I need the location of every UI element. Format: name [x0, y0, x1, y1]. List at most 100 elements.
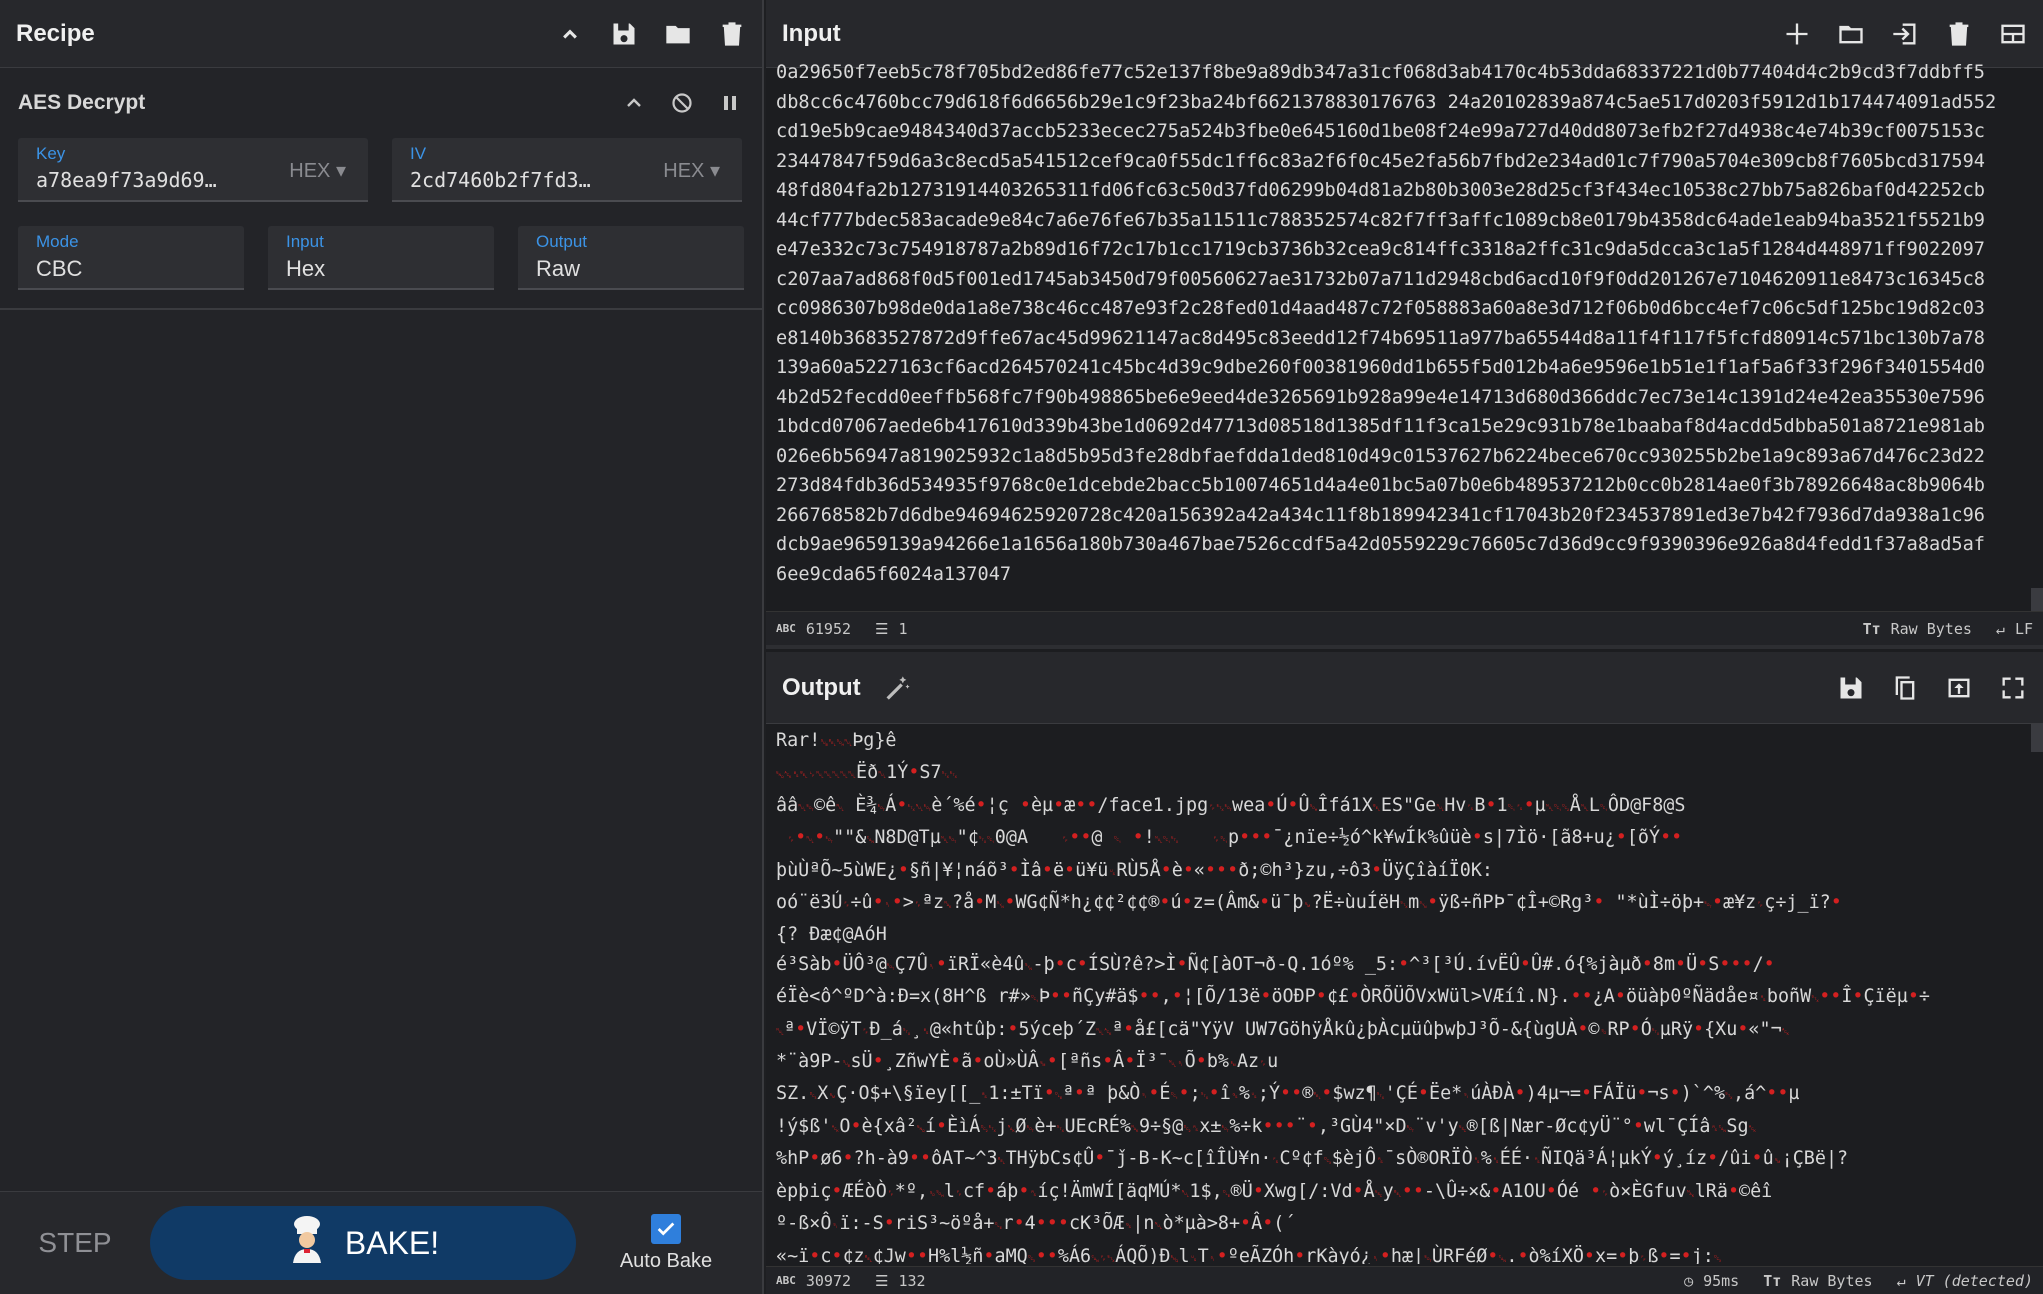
save-icon[interactable] — [1837, 674, 1865, 702]
iv-format-select[interactable]: HEX ▾ — [663, 158, 720, 183]
auto-bake[interactable]: Auto Bake — [576, 1213, 756, 1273]
output-value[interactable]: Raw — [536, 256, 726, 282]
input-line: 139a60a5227163cf6acd264570241c45bc4d39c9… — [776, 357, 1985, 378]
mode-value[interactable]: CBC — [36, 256, 226, 282]
output-line: þùÙªÕ~5ùWE¿•§ñ|¥¦náõ³•Ìâ•ë•ü¥ü␟RÙ5Å•è•«•… — [776, 859, 1493, 881]
layout-icon[interactable] — [1999, 20, 2027, 48]
output-line: Rar!␚␇␁␀Þg}ê — [776, 730, 897, 751]
input-line: c207aa7ad868f0d5f001ed1745ab3450d79f0056… — [776, 268, 1985, 290]
output-line: {? Ðæ¢@AóH — [776, 924, 887, 946]
save-icon[interactable] — [610, 20, 638, 48]
text-length-icon: ABC — [776, 1274, 796, 1287]
input-line: 44cf777bdec583acade9e84c7a6e76fe67b35a11… — [776, 209, 1985, 231]
input-content[interactable]: 0a29650f7eeb5c78f705bd2ed86fe77c52e137f8… — [766, 58, 2028, 589]
clock-icon: ◷ — [1684, 1271, 1694, 1290]
output-lines-count: 132 — [898, 1271, 926, 1290]
input-value[interactable]: Hex — [286, 256, 476, 282]
input-line: 6ee9cda65f6024a137047 — [776, 563, 1012, 585]
import-icon[interactable] — [1891, 20, 1919, 48]
eol-icon: ↵ — [1896, 1271, 1906, 1290]
output-textarea[interactable]: Rar!␚␇␁␀Þg}ê ␅␆␈␇␊␀␀␀␀␀Ëð␀1Ý•S7␂␃ ââ␀␄©ê␀ … — [766, 726, 2028, 1264]
output-encoding[interactable]: Raw Bytes — [1791, 1272, 1872, 1290]
step-button[interactable]: STEP — [0, 1227, 150, 1259]
magic-wand-icon[interactable] — [883, 674, 911, 702]
input-line: cc0986307b98de0da1a8e738c46cc487e93f2c28… — [776, 298, 1985, 319]
output-title: Output — [782, 673, 861, 701]
bake-time: 95ms — [1703, 1271, 1740, 1290]
upload-icon[interactable] — [1945, 674, 1973, 702]
input-encoding[interactable]: Raw Bytes — [1891, 620, 1972, 638]
output-format-select[interactable]: Output Raw — [518, 226, 744, 290]
disable-icon[interactable] — [668, 89, 696, 117]
chevron-up-icon[interactable] — [556, 20, 584, 48]
aes-decrypt-operation: AES Decrypt Key a78ea9f73a9d69… HEX ▾ IV… — [0, 68, 762, 290]
input-line: 1bdcd07067aede6b417610d339b43be1d0692d47… — [776, 416, 1985, 437]
key-format-select[interactable]: HEX ▾ — [289, 158, 346, 183]
input-line: 273d84fdb36d534935f9768c0e1dcebde2bacc5b… — [776, 475, 1985, 496]
mode-label: Mode — [36, 232, 79, 251]
iv-field[interactable]: IV 2cd7460b2f7fd3… HEX ▾ — [392, 138, 742, 202]
bake-button[interactable]: BAKE! — [150, 1206, 576, 1280]
encoding-icon: Tт — [1763, 1271, 1782, 1290]
input-line: 4b2d52fecdd0eeffb568fc7f90b498865be6e9ee… — [776, 386, 1985, 408]
folder-icon[interactable] — [1837, 20, 1865, 48]
pause-icon[interactable] — [716, 89, 744, 117]
input-title: Input — [782, 19, 841, 47]
output-line: é³Sàb•ÜÔ³@␄Ç7Û␏•ïRÏ«è4û␖-þ•c•ÍSÙ?ê?>Ì•Ñ¢… — [776, 953, 1775, 975]
chef-icon — [287, 1215, 327, 1271]
input-format-select[interactable]: Input Hex — [268, 226, 494, 290]
recipe-panel: Recipe AES Decrypt Key a78ea9f73a9d69… H… — [0, 0, 764, 1294]
trash-icon[interactable] — [1945, 20, 1973, 48]
output-label: Output — [536, 232, 588, 251]
input-label: Input — [286, 232, 324, 251]
input-line: e8140b3683527872d9ffe67ac45d99621147ac8d… — [776, 327, 1985, 349]
output-line: ␀ª•VÏ©ÿT␌Ð_á␂¸␈@«htûþ:•5ýceþ´Z␀␆ª•å£[cä"… — [776, 1018, 1790, 1040]
output-line: !ý$ß'␆O•è{xâ²␅í•ÈìÁ␒␃j␕Ø␄è+␂UEcRÉ%␕9÷§@␒… — [776, 1115, 1757, 1137]
input-line: 266768582b7d6dbe94694625920728c420a15639… — [776, 504, 1985, 526]
recipe-title: Recipe — [16, 19, 95, 47]
eol-icon: ↵ — [1995, 619, 2005, 638]
mode-select[interactable]: Mode CBC — [18, 226, 244, 290]
output-line: ââ␀␄©ê␀ È¾␄Á•␃␀␄è´%é•¦ç •èµ•æ••/face1.jp… — [776, 794, 1686, 816]
input-line: 026e6b56947a819025932c1a8d5b95d3fe28dbfa… — [776, 445, 1985, 467]
output-eol[interactable]: VT (detected) — [1916, 1272, 2033, 1290]
input-line: dcb9ae9659139a94266e1a1656a180b730a467ba… — [776, 534, 1985, 555]
fullscreen-icon[interactable] — [1999, 674, 2027, 702]
recipe-header: Recipe — [0, 0, 762, 68]
auto-bake-label: Auto Bake — [619, 1249, 713, 1272]
recipe-divider — [0, 308, 762, 310]
input-textarea[interactable]: 0a29650f7eeb5c78f705bd2ed86fe77c52e137f8… — [766, 58, 2028, 606]
operation-name: AES Decrypt — [18, 91, 146, 114]
folder-icon[interactable] — [664, 20, 692, 48]
output-line: ␌•␀•␄""&␘N8D@Tµ␀␄"¢␂␑0@A ␌••@ ␑ •!␀␑␃ ␌␑… — [787, 827, 1683, 849]
input-eol[interactable]: LF — [2015, 620, 2033, 638]
bake-controls: STEP BAKE! Auto Bake — [0, 1191, 762, 1294]
output-line: ␅␆␈␇␊␀␀␀␀␀Ëð␀1Ý•S7␂␃ — [776, 762, 958, 784]
text-length-icon: ABC — [776, 622, 796, 635]
output-line: oó¨ë3Ú␌÷û•␏•>␌ªz␕?å•M␖•WG¢Ñ*h¿¢¢²¢¢®•ú•z… — [776, 892, 1842, 914]
caret-down-icon: ▾ — [709, 160, 720, 182]
input-line: db8cc6c4760bcc79d618f6d6656b29e1c9f23ba2… — [776, 91, 1997, 113]
auto-bake-checkbox[interactable] — [651, 1213, 681, 1244]
output-content[interactable]: Rar!␚␇␁␀Þg}ê ␅␆␈␇␊␀␀␀␀␀Ëð␀1Ý•S7␂␃ ââ␀␄©ê␀ … — [766, 726, 2028, 1264]
bake-label: BAKE! — [344, 1224, 440, 1261]
output-line: èpþiç•ÆÉòÒ␌*º,␎␁l␌cf•áþ•␞íç!ÄmWÍ[äqMÚ*␀1… — [776, 1180, 1773, 1202]
input-length: 61952 — [805, 619, 852, 638]
chevron-up-icon[interactable] — [620, 89, 648, 117]
input-line: 48fd804fa2b12731914403265311fd06fc63c50d… — [776, 180, 1985, 201]
output-line: %hP•ø6•?h-à9••ôAT~^3␇THÿbCs¢Û•¯ǰ-B-K~c[î… — [776, 1148, 1849, 1170]
output-line: º-ß×Ô␏ï:-S•riS³~öºå+␐r•4•••cK³ÕÆ␝|n␀ò*µà… — [776, 1213, 1296, 1235]
copy-icon[interactable] — [1891, 674, 1919, 702]
caret-down-icon: ▾ — [335, 160, 346, 182]
key-field[interactable]: Key a78ea9f73a9d69… HEX ▾ — [18, 138, 368, 202]
pane-resize-handle[interactable] — [766, 645, 2043, 649]
input-lines-count: 1 — [898, 619, 908, 638]
input-line: e47e332c73c754918787a2b89d16f72c17b1cc17… — [776, 239, 1985, 260]
input-line: cd19e5b9cae9484340d37accb5233ecec275a524… — [776, 121, 1985, 142]
lines-icon: ☰ — [875, 1271, 889, 1290]
plus-icon[interactable] — [1783, 20, 1811, 48]
input-line: 23447847f59d6a3c8ecd5a541512cef9ca0f55dc… — [776, 150, 1985, 172]
output-scrollbar[interactable] — [2031, 724, 2043, 752]
output-length: 30972 — [805, 1271, 852, 1290]
trash-icon[interactable] — [718, 20, 746, 48]
